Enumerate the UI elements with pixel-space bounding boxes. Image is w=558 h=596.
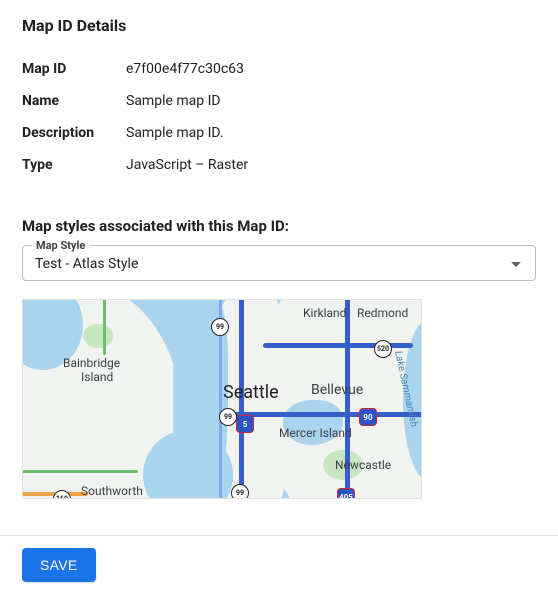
road-green — [103, 299, 106, 355]
map-label-bainbridge2: Island — [81, 370, 113, 384]
shield-520: 520 — [374, 340, 392, 358]
styles-title: Map styles associated with this Map ID: — [22, 217, 536, 235]
details-table: Map ID e7f00e4f77c30c63 Name Sample map … — [22, 53, 536, 181]
shield-99: 99 — [211, 318, 229, 336]
road-i90 — [233, 412, 422, 417]
value-description: Sample map ID. — [126, 125, 224, 141]
row-name: Name Sample map ID — [22, 85, 536, 117]
shield-i405: 405 — [337, 488, 355, 499]
row-type: Type JavaScript – Raster — [22, 149, 536, 181]
save-button[interactable]: SAVE — [22, 548, 96, 582]
value-mapid: e7f00e4f77c30c63 — [126, 61, 244, 77]
value-name: Sample map ID — [126, 93, 221, 109]
map-style-select-label: Map Style — [32, 239, 89, 252]
map-label-southworth: Southworth — [81, 484, 143, 498]
details-section: Map ID Details Map ID e7f00e4f77c30c63 N… — [22, 16, 536, 181]
map-label-bellevue: Bellevue — [311, 382, 363, 398]
row-description: Description Sample map ID. — [22, 117, 536, 149]
map-label-bainbridge: Bainbridge — [63, 356, 120, 370]
map-label-seattle: Seattle — [223, 382, 279, 403]
map-style-select[interactable]: Map Style Test - Atlas Style — [22, 245, 536, 281]
map-label-kirkland: Kirkland — [303, 306, 346, 320]
shield-99: 99 — [231, 484, 249, 499]
label-mapid: Map ID — [22, 61, 126, 77]
details-title: Map ID Details — [22, 16, 536, 35]
shield-99: 99 — [219, 408, 237, 426]
map-park — [83, 324, 113, 348]
road-green — [22, 470, 138, 473]
row-mapid: Map ID e7f00e4f77c30c63 — [22, 53, 536, 85]
map-label-newcastle: Newcastle — [335, 458, 391, 472]
value-type: JavaScript – Raster — [126, 157, 248, 173]
shield-i90: 90 — [359, 408, 377, 426]
map-label-mercer: Mercer Island — [279, 426, 352, 440]
map-style-selected-value: Test - Atlas Style — [35, 256, 138, 272]
footer-bar: SAVE — [0, 535, 558, 596]
label-description: Description — [22, 125, 126, 141]
shield-i5: 5 — [236, 415, 254, 433]
chevron-down-icon — [511, 262, 521, 267]
map-label-redmond: Redmond — [357, 306, 408, 320]
styles-section: Map styles associated with this Map ID: … — [22, 217, 536, 499]
map-preview[interactable]: 5 405 90 99 99 99 520 160 Seattle Bellev… — [22, 299, 422, 499]
label-type: Type — [22, 157, 126, 173]
label-name: Name — [22, 93, 126, 109]
